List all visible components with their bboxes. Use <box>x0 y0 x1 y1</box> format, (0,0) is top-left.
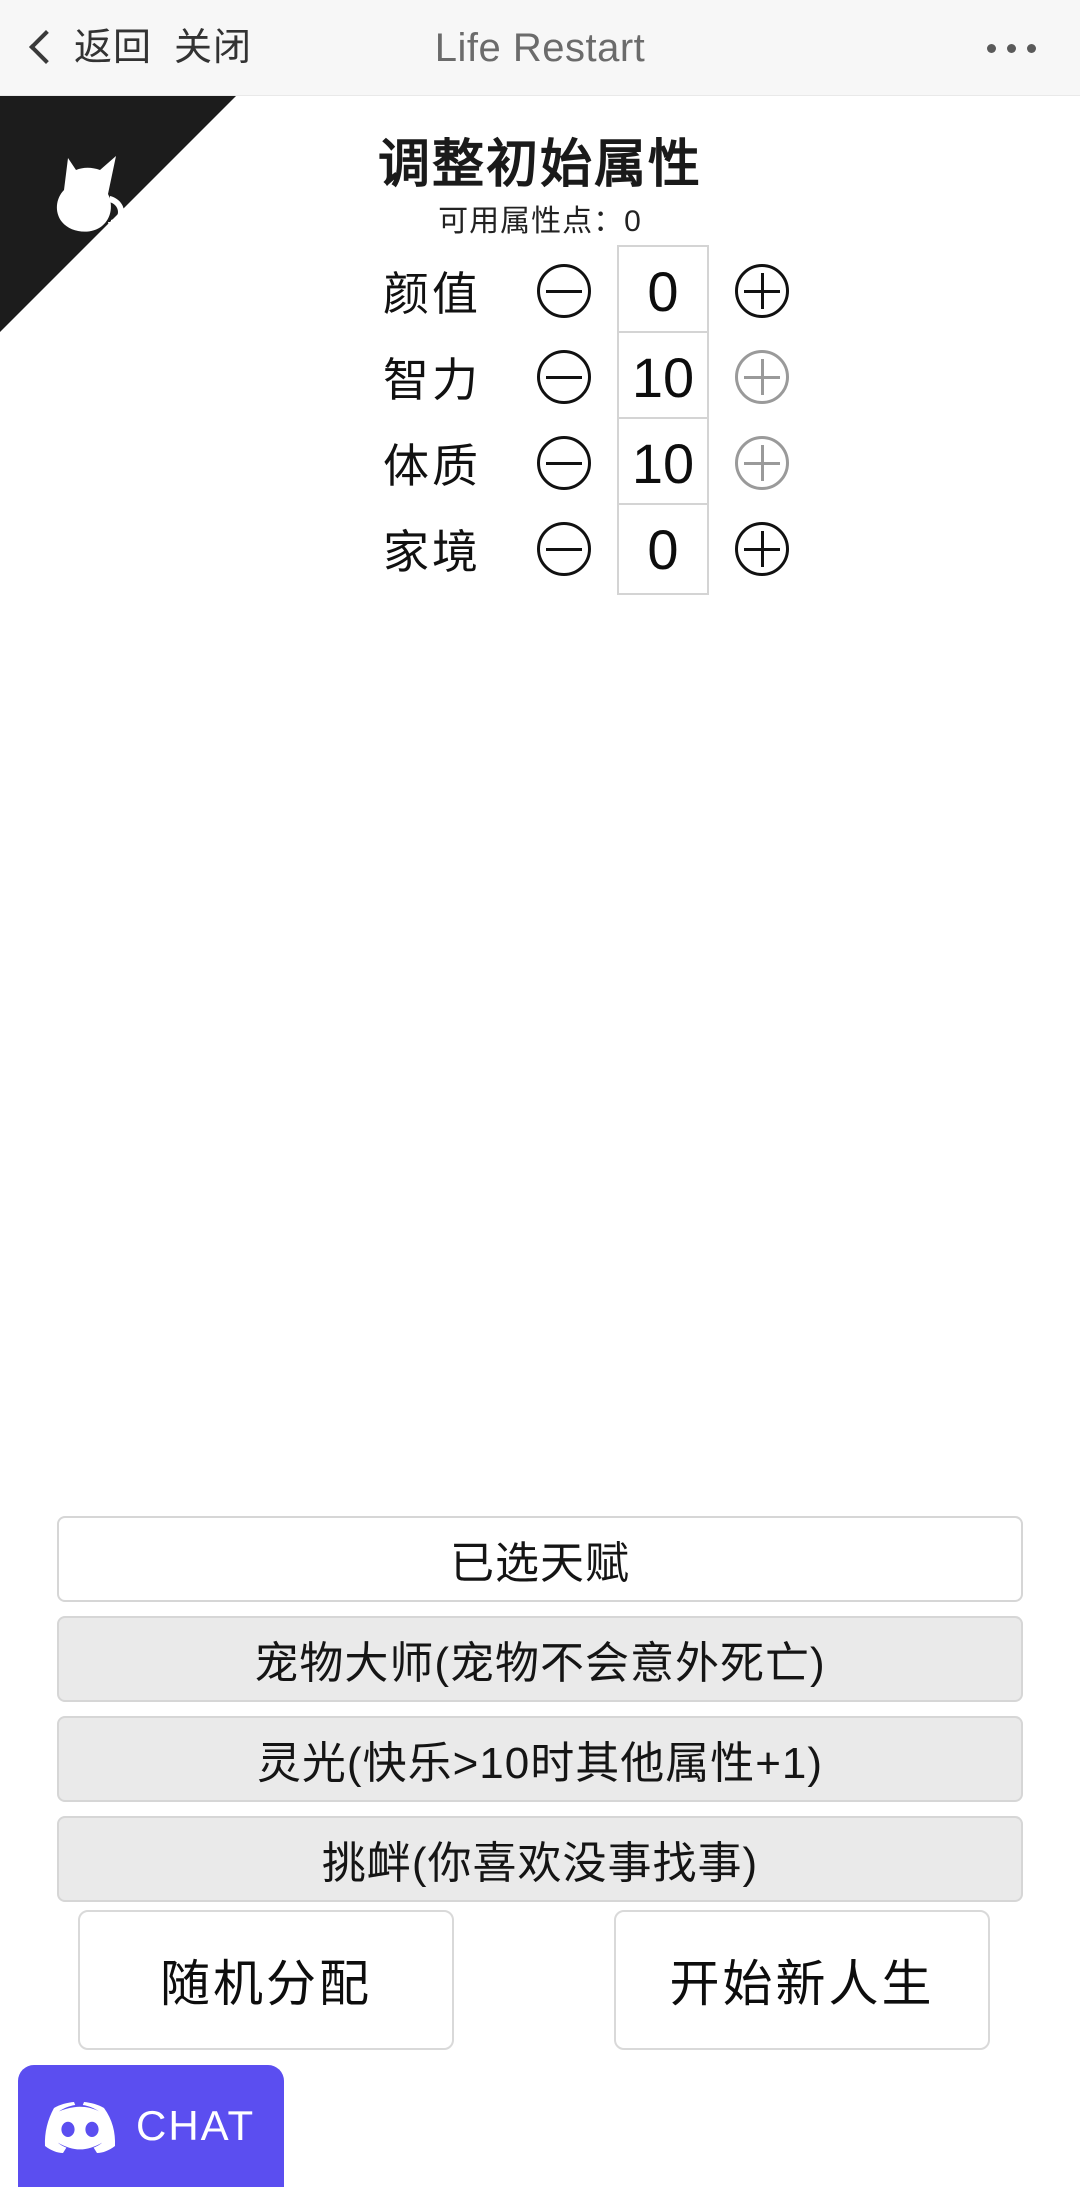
game-page: 调整初始属性 可用属性点：0 颜值 0 智力 10 体质 10 家境 0 已选天… <box>0 96 1080 2187</box>
ellipsis-dot-3 <box>1027 43 1036 53</box>
attribute-row: 体质 10 <box>0 417 1080 509</box>
attribute-row: 智力 10 <box>0 331 1080 423</box>
talent-item-2[interactable]: 灵光(快乐>10时其他属性+1) <box>57 1716 1023 1802</box>
minus-bar <box>546 289 582 293</box>
ellipsis-dot-2 <box>1007 43 1016 53</box>
discord-chat-label: CHAT <box>136 2102 256 2149</box>
increment-intelligence-button[interactable] <box>735 350 789 404</box>
plus-bar-v <box>760 273 764 309</box>
random-allocate-button[interactable]: 随机分配 <box>78 1910 454 2050</box>
attribute-value-charm[interactable]: 0 <box>617 245 709 337</box>
ellipsis-dot-1 <box>987 43 996 53</box>
increment-charm-button[interactable] <box>735 264 789 318</box>
attributes-list: 颜值 0 智力 10 体质 10 家境 0 <box>0 245 1080 595</box>
talent-item-1[interactable]: 宠物大师(宠物不会意外死亡) <box>57 1616 1023 1702</box>
start-new-life-button[interactable]: 开始新人生 <box>614 1910 990 2050</box>
attribute-value-family[interactable]: 0 <box>617 503 709 595</box>
wechat-navbar: 返回 关闭 Life Restart <box>0 0 1080 96</box>
discord-icon <box>44 2102 116 2153</box>
increment-family-button[interactable] <box>735 522 789 576</box>
minus-bar <box>546 375 582 379</box>
decrement-intelligence-button[interactable] <box>537 350 591 404</box>
plus-bar-v <box>760 359 764 395</box>
more-options-button[interactable] <box>987 0 1036 96</box>
attribute-row: 家境 0 <box>0 503 1080 595</box>
attribute-label-intelligence: 智力 <box>383 354 481 406</box>
minus-bar <box>546 461 582 465</box>
talents-section: 已选天赋 宠物大师(宠物不会意外死亡) 灵光(快乐>10时其他属性+1) 挑衅(… <box>57 1516 1023 1916</box>
attribute-label-family: 家境 <box>383 526 481 578</box>
attribute-label-charm: 颜值 <box>383 268 481 320</box>
attribute-row: 颜值 0 <box>0 245 1080 337</box>
decrement-strength-button[interactable] <box>537 436 591 490</box>
attribute-value-intelligence[interactable]: 10 <box>617 331 709 423</box>
plus-bar-v <box>760 531 764 567</box>
decrement-family-button[interactable] <box>537 522 591 576</box>
page-title: Life Restart <box>434 26 646 70</box>
increment-strength-button[interactable] <box>735 436 789 490</box>
attribute-value-strength[interactable]: 10 <box>617 417 709 509</box>
section-title: 调整初始属性 <box>377 136 702 194</box>
decrement-charm-button[interactable] <box>537 264 591 318</box>
available-points-label: 可用属性点：0 <box>438 205 642 238</box>
discord-chat-badge[interactable]: CHAT <box>18 2065 284 2187</box>
minus-bar <box>546 547 582 551</box>
actions-bar: 随机分配 开始新人生 <box>0 1910 1080 2050</box>
plus-bar-v <box>760 445 764 481</box>
selected-talents-header[interactable]: 已选天赋 <box>57 1516 1023 1602</box>
attribute-label-strength: 体质 <box>383 440 481 492</box>
talent-item-3[interactable]: 挑衅(你喜欢没事找事) <box>57 1816 1023 1902</box>
